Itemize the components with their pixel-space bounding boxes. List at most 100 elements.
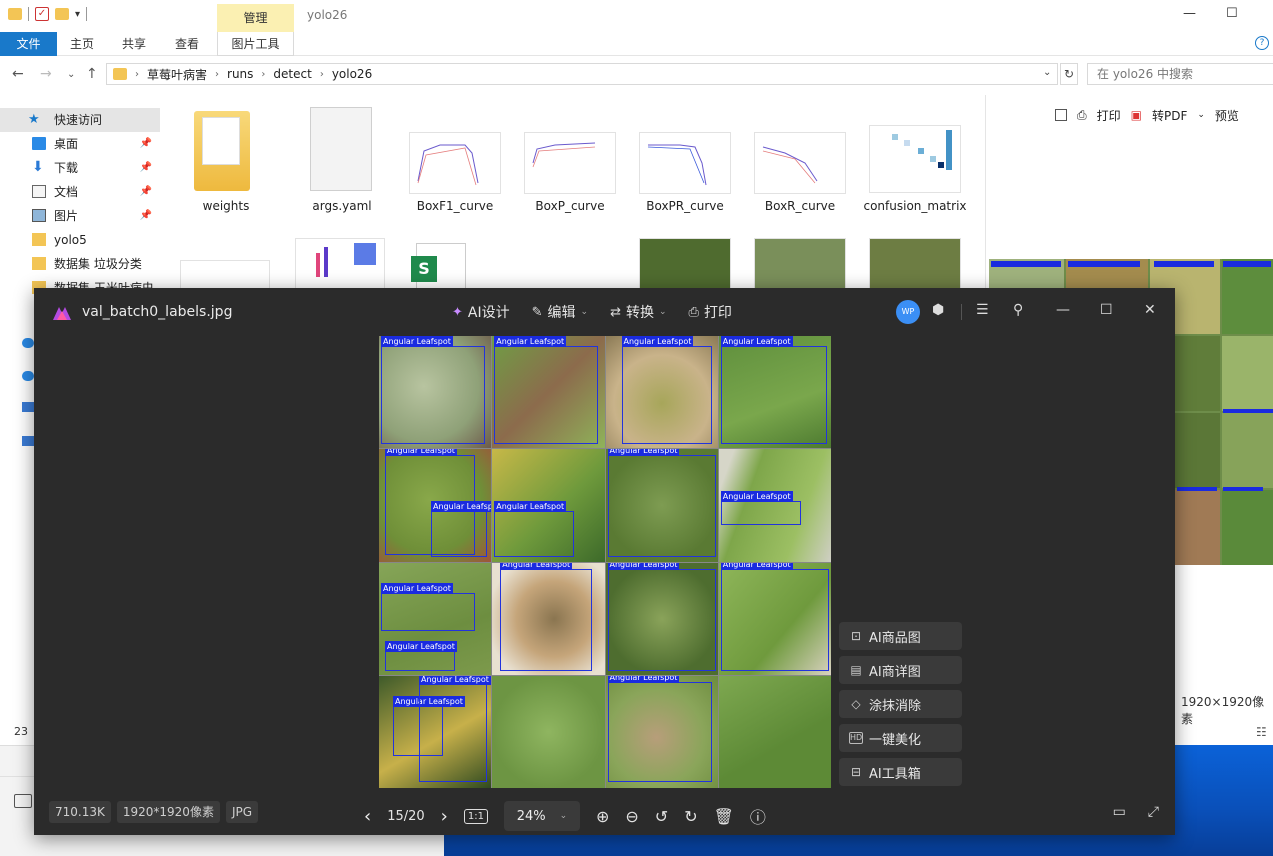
breadcrumb-item[interactable]: 草莓叶病害: [147, 66, 207, 83]
previous-image-icon[interactable]: ‹: [364, 806, 371, 827]
displayed-image[interactable]: Angular Leafspot Angular Leafspot Angula…: [379, 336, 831, 788]
file-label: BoxF1_curve: [416, 199, 494, 213]
close-icon[interactable]: ✕: [1144, 302, 1156, 318]
minimize-icon[interactable]: —: [1056, 302, 1070, 318]
print-icon[interactable]: ⎙: [1077, 108, 1087, 123]
to-pdf-button[interactable]: 转PDF: [1152, 107, 1187, 124]
bounding-box: Angular Leafspot: [494, 501, 575, 558]
smear-erase-button[interactable]: ◇ 涂抹消除: [839, 690, 962, 718]
convert-button[interactable]: ⇄ 转换 ⌄: [610, 302, 666, 322]
search-input[interactable]: 在 yolo26 中搜索: [1087, 63, 1273, 85]
preview-toggle-icon[interactable]: [1055, 109, 1067, 121]
one-click-beautify-button[interactable]: HD 一键美化: [839, 724, 962, 752]
spreadsheet-icon[interactable]: S: [411, 243, 466, 293]
pin-icon[interactable]: 📌: [140, 132, 152, 156]
chevron-right-icon: ›: [135, 68, 139, 80]
help-icon[interactable]: ?: [1255, 36, 1269, 50]
matrix-thumbnail: [869, 125, 961, 193]
rotate-right-icon[interactable]: ↻: [684, 807, 697, 826]
actual-size-icon[interactable]: 1:1: [463, 808, 488, 824]
details-view-icon[interactable]: ☷: [1256, 725, 1267, 739]
print-button[interactable]: ⎙ 打印: [689, 302, 732, 322]
zoom-in-icon[interactable]: ⊕: [596, 807, 609, 826]
ai-design-button[interactable]: ✦ AI设计: [452, 302, 510, 322]
box-label: Angular Leafspot: [607, 449, 680, 457]
bounding-box: Angular Leafspot: [419, 675, 491, 782]
menu-icon[interactable]: ☰: [976, 302, 989, 318]
viewer-toolbar: ✦ AI设计 ✎ 编辑 ⌄ ⇄ 转换 ⌄ ⎙ 打印: [452, 302, 732, 322]
curve-thumbnail: [409, 132, 501, 194]
sidebar-item-pictures[interactable]: 图片 📌: [0, 204, 160, 228]
image-thumbnail[interactable]: [180, 260, 270, 290]
maximize-icon[interactable]: ☐: [1100, 302, 1113, 318]
avatar[interactable]: WP: [896, 300, 920, 324]
resolution-badge: 1920*1920像素: [116, 801, 220, 823]
info-icon[interactable]: ⓘ: [750, 804, 766, 828]
up-icon[interactable]: ↑: [86, 66, 98, 82]
address-dropdown-icon[interactable]: ⌄: [1043, 67, 1051, 78]
tab-share[interactable]: 共享: [114, 32, 154, 56]
edit-button[interactable]: ✎ 编辑 ⌄: [532, 302, 588, 322]
image-thumbnail[interactable]: [869, 238, 961, 290]
image-tile: Angular Leafspot Angular Leafspot: [379, 449, 492, 562]
tab-home[interactable]: 主页: [62, 32, 102, 56]
print-button[interactable]: 打印: [1097, 107, 1121, 124]
hd-icon: HD: [849, 732, 863, 744]
refresh-icon[interactable]: ↻: [1060, 63, 1078, 85]
sidebar-item-dataset-garbage[interactable]: 数据集 垃圾分类: [0, 252, 160, 276]
photo-viewer-window: val_batch0_labels.jpg ✦ AI设计 ✎ 编辑 ⌄ ⇄ 转换…: [34, 288, 1175, 835]
back-icon[interactable]: ←: [12, 66, 24, 82]
ai-toolbox-button[interactable]: ⊟ AI工具箱: [839, 758, 962, 786]
rotate-left-icon[interactable]: ↺: [655, 807, 668, 826]
folder-icon[interactable]: [8, 8, 22, 20]
delete-icon[interactable]: 🗑: [714, 807, 734, 826]
detail-icon: ▤: [850, 663, 862, 677]
maximize-icon[interactable]: ☐: [1226, 6, 1238, 21]
breadcrumb-item[interactable]: yolo26: [332, 67, 372, 81]
breadcrumb-item[interactable]: detect: [273, 67, 311, 81]
sidebar-item-label: 快速访问: [54, 113, 103, 127]
zoom-out-icon[interactable]: ⊖: [625, 807, 638, 826]
settings-gem-icon[interactable]: ⬢: [932, 302, 944, 318]
chevron-down-icon: ⌄: [658, 307, 667, 317]
pin-icon[interactable]: ⚲: [1013, 302, 1023, 318]
tab-file[interactable]: 文件: [0, 32, 57, 56]
new-folder-icon[interactable]: [55, 8, 69, 20]
sidebar-item-quick-access[interactable]: ★ 快速访问: [0, 108, 160, 132]
sidebar-item-yolo5[interactable]: yolo5: [0, 228, 160, 252]
pin-icon[interactable]: 📌: [140, 204, 152, 228]
address-bar[interactable]: › 草莓叶病害 › runs › detect › yolo26: [106, 63, 1058, 85]
ai-product-image-button[interactable]: ⊡ AI商品图: [839, 622, 962, 650]
customize-dropdown-icon[interactable]: ▾: [75, 9, 80, 20]
properties-icon[interactable]: ✓: [35, 7, 49, 21]
forward-icon[interactable]: →: [40, 66, 52, 82]
folder-icon[interactable]: [14, 794, 32, 808]
manage-context-tab[interactable]: 管理: [217, 4, 294, 32]
fullscreen-icon[interactable]: ⤢: [1148, 804, 1159, 820]
next-image-icon[interactable]: ›: [441, 806, 448, 827]
recent-dropdown-icon[interactable]: ⌄: [67, 69, 75, 80]
pdf-icon[interactable]: ▣: [1131, 108, 1142, 122]
pin-icon[interactable]: 📌: [140, 156, 152, 180]
image-thumbnail[interactable]: [639, 238, 731, 290]
thumbnail-strip-icon[interactable]: ▭: [1113, 804, 1126, 820]
breadcrumb-item[interactable]: runs: [227, 67, 253, 81]
tab-view[interactable]: 查看: [167, 32, 207, 56]
minimize-icon[interactable]: —: [1183, 6, 1196, 21]
box-label: Angular Leafspot: [494, 501, 567, 513]
zoom-select[interactable]: 24% ⌄: [503, 801, 580, 831]
bag-icon: ⊡: [850, 629, 862, 643]
chevron-down-icon[interactable]: ⌄: [1197, 110, 1205, 120]
image-thumbnail[interactable]: [754, 238, 846, 290]
sidebar-item-desktop[interactable]: 桌面 📌: [0, 132, 160, 156]
sidebar-item-downloads[interactable]: ⬇ 下载 📌: [0, 156, 160, 180]
ai-detail-image-button[interactable]: ▤ AI商详图: [839, 656, 962, 684]
image-thumbnail[interactable]: [295, 238, 385, 290]
pin-icon[interactable]: 📌: [140, 180, 152, 204]
curve-preview: [532, 142, 596, 168]
tab-picture-tools[interactable]: 图片工具: [217, 32, 294, 56]
sidebar-item-documents[interactable]: 文档 📌: [0, 180, 160, 204]
navigation-bar: ← → ⌄ ↑ › 草莓叶病害 › runs › detect › yolo26…: [0, 58, 1273, 90]
preview-toolbar: ⎙ 打印 ▣ 转PDF ⌄ 预览: [985, 103, 1273, 127]
preview-button[interactable]: 预览: [1215, 107, 1239, 124]
